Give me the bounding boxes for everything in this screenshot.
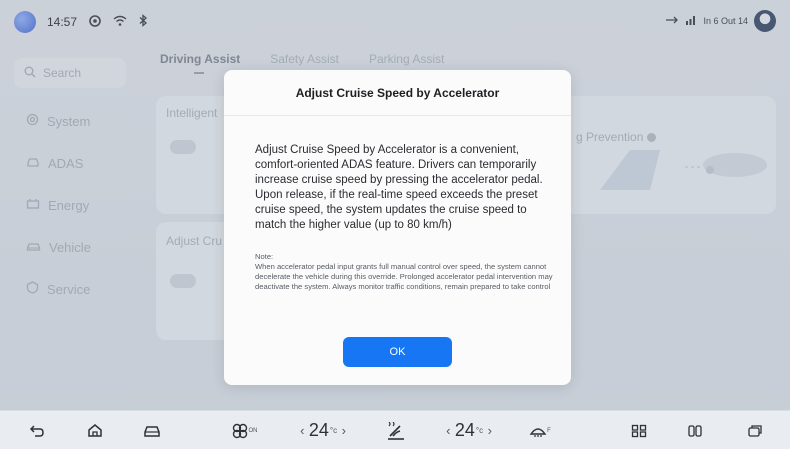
left-temp-decrease-icon[interactable]: ‹ <box>300 423 304 438</box>
back-icon[interactable] <box>22 411 52 449</box>
right-temp-value: 24 <box>454 420 475 440</box>
defrost-sub: F <box>547 427 551 434</box>
dialog-title: Adjust Cruise Speed by Accelerator <box>224 70 571 116</box>
seat-heat-icon[interactable] <box>376 411 416 449</box>
ok-button[interactable]: OK <box>343 337 452 367</box>
home-icon[interactable] <box>80 411 110 449</box>
dialog-note: Note: When accelerator pedal input grant… <box>255 252 555 292</box>
note-text: When accelerator pedal input grants full… <box>255 262 553 291</box>
left-temp-increase-icon[interactable]: › <box>342 423 346 438</box>
settings-screen: 14:57 In 6 Out 14 Search System ADAS Ene… <box>0 0 790 449</box>
window-icon[interactable] <box>740 411 770 449</box>
note-title: Note: <box>255 252 274 261</box>
defrost-button[interactable]: F <box>522 411 558 449</box>
right-temp-control[interactable]: ‹ 24 °c › <box>428 411 510 449</box>
right-temp-increase-icon[interactable]: › <box>488 423 492 438</box>
dialog-body-text: Adjust Cruise Speed by Accelerator is a … <box>255 144 543 231</box>
fan-button[interactable]: ON <box>224 411 264 449</box>
left-temp-value: 24 <box>308 420 329 440</box>
bottom-dock: ON ‹ 24 °c › ‹ 24 °c › F <box>0 410 790 449</box>
right-temp-unit: °c <box>475 426 484 435</box>
left-temp-unit: °c <box>329 426 338 435</box>
fan-sub: ON <box>248 427 258 434</box>
car-icon[interactable] <box>136 411 168 449</box>
left-temp-control[interactable]: ‹ 24 °c › <box>282 411 364 449</box>
right-temp-decrease-icon[interactable]: ‹ <box>446 423 450 438</box>
apps-grid-icon[interactable] <box>624 411 654 449</box>
info-dialog: Adjust Cruise Speed by Accelerator Adjus… <box>224 70 571 385</box>
multitask-icon[interactable] <box>680 411 710 449</box>
